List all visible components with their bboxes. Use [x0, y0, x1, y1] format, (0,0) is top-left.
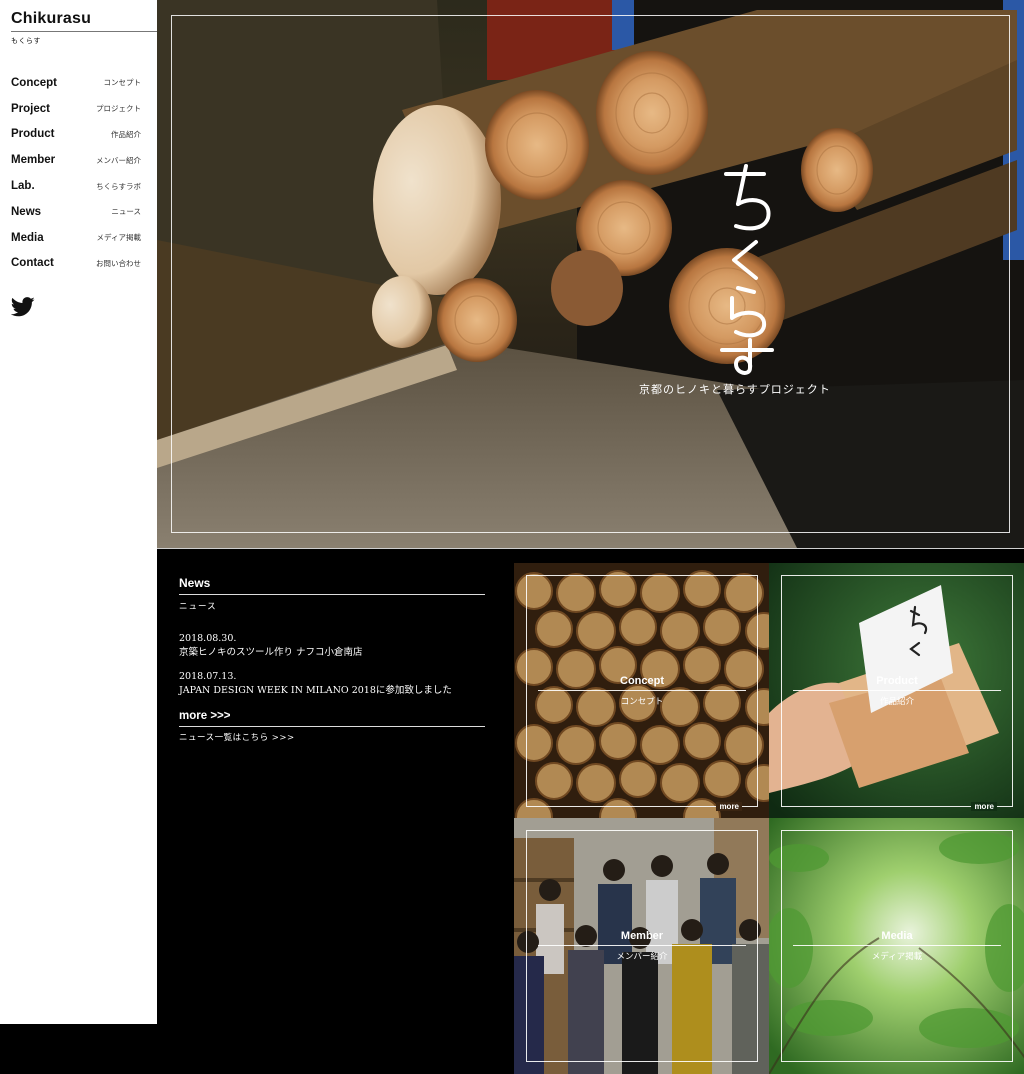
tile-label: Product 作品紹介	[781, 675, 1013, 707]
tile-label: Media メディア掲載	[781, 930, 1013, 962]
brand-title[interactable]: Chikurasu	[11, 10, 157, 28]
tile-subtitle: メディア掲載	[871, 952, 923, 962]
sidebar: Chikurasu もくらす Concept コンセプト Project プロジ…	[0, 0, 157, 1024]
tile-title: Member	[620, 930, 664, 942]
nav-item-contact[interactable]: Contact お問い合わせ	[11, 251, 141, 277]
news-rule	[179, 594, 485, 595]
tile-rule	[538, 945, 746, 946]
nav-item-lab[interactable]: Lab. ちくらすラボ	[11, 173, 141, 199]
news-date: 2018.08.30.	[179, 633, 237, 644]
nav-item-media[interactable]: Media メディア掲載	[11, 225, 141, 251]
tile-rule	[793, 945, 1001, 946]
tile-title: Concept	[620, 675, 664, 687]
news-title[interactable]: 京築ヒノキのスツール作り ナフコ小倉南店	[179, 645, 485, 660]
tile-rule	[793, 690, 1001, 691]
main-nav: Concept コンセプト Project プロジェクト Product 作品紹…	[11, 70, 141, 276]
tile-label: Member メンバー紹介	[526, 930, 758, 962]
news-item[interactable]: 2018.07.13. JAPAN DESIGN WEEK IN MILANO …	[179, 670, 485, 698]
hero-image: 京都のヒノキと暮らすプロジェクト	[157, 0, 1024, 548]
tile-label: Concept コンセプト	[526, 675, 758, 707]
tile-subtitle: コンセプト	[620, 697, 664, 707]
news-title[interactable]: JAPAN DESIGN WEEK IN MILANO 2018に参加致しました	[179, 683, 485, 698]
news-subheading: ニュース	[179, 602, 217, 612]
chikurasu-logo	[720, 164, 774, 375]
nav-label[interactable]: Member	[11, 154, 55, 166]
news-date: 2018.07.13.	[179, 671, 237, 682]
nav-label-jp[interactable]: ニュース	[111, 206, 141, 217]
tile-subtitle: メンバー紹介	[616, 952, 668, 962]
nav-label[interactable]: Media	[11, 232, 44, 244]
hero-tagline: 京都のヒノキと暮らすプロジェクト	[639, 383, 831, 396]
member-tile[interactable]: Member メンバー紹介	[514, 818, 770, 1074]
nav-label[interactable]: Lab.	[11, 180, 35, 192]
nav-item-member[interactable]: Member メンバー紹介	[11, 147, 141, 173]
nav-item-product[interactable]: Product 作品紹介	[11, 122, 141, 148]
media-tile[interactable]: Media メディア掲載	[769, 818, 1024, 1074]
tile-rule	[538, 690, 746, 691]
nav-label[interactable]: Contact	[11, 257, 54, 269]
news-list: 2018.08.30. 京築ヒノキのスツール作り ナフコ小倉南店 2018.07…	[179, 632, 485, 698]
nav-item-concept[interactable]: Concept コンセプト	[11, 70, 141, 96]
nav-label-jp[interactable]: 作品紹介	[111, 129, 141, 140]
tile-more-link[interactable]: more	[971, 802, 997, 811]
nav-label-jp[interactable]: メディア掲載	[97, 232, 141, 243]
tile-title: Media	[881, 930, 913, 942]
hero-divider	[157, 548, 1024, 549]
nav-label-jp[interactable]: ちくらすラボ	[96, 181, 141, 192]
nav-label[interactable]: Product	[11, 128, 54, 140]
twitter-icon[interactable]	[11, 297, 35, 317]
news-section: News ニュース 2018.08.30. 京築ヒノキのスツール作り ナフコ小倉…	[179, 576, 485, 743]
nav-label[interactable]: News	[11, 206, 41, 218]
nav-label[interactable]: Concept	[11, 77, 57, 89]
nav-item-project[interactable]: Project プロジェクト	[11, 96, 141, 122]
brand[interactable]: Chikurasu もくらす	[11, 10, 157, 46]
news-more-link[interactable]: more >>>	[179, 710, 485, 722]
tile-title: Product	[876, 675, 918, 687]
product-tile[interactable]: Product 作品紹介 more	[769, 563, 1024, 819]
news-list-link[interactable]: ニュース一覧はこちら >>>	[179, 731, 485, 743]
nav-label[interactable]: Project	[11, 103, 50, 115]
nav-label-jp[interactable]: プロジェクト	[96, 103, 141, 114]
concept-tile[interactable]: Concept コンセプト more	[514, 563, 770, 819]
nav-label-jp[interactable]: お問い合わせ	[96, 258, 141, 269]
nav-item-news[interactable]: News ニュース	[11, 199, 141, 225]
tile-more-link[interactable]: more	[716, 802, 742, 811]
news-heading: News	[179, 576, 211, 590]
brand-divider	[11, 31, 157, 32]
tile-subtitle: 作品紹介	[879, 697, 914, 707]
nav-label-jp[interactable]: メンバー紹介	[96, 155, 141, 166]
news-item[interactable]: 2018.08.30. 京築ヒノキのスツール作り ナフコ小倉南店	[179, 632, 485, 660]
brand-subtitle: もくらす	[11, 37, 41, 45]
news-more-rule	[179, 726, 485, 727]
log-pile-illustration	[157, 0, 1024, 548]
nav-label-jp[interactable]: コンセプト	[104, 77, 142, 88]
